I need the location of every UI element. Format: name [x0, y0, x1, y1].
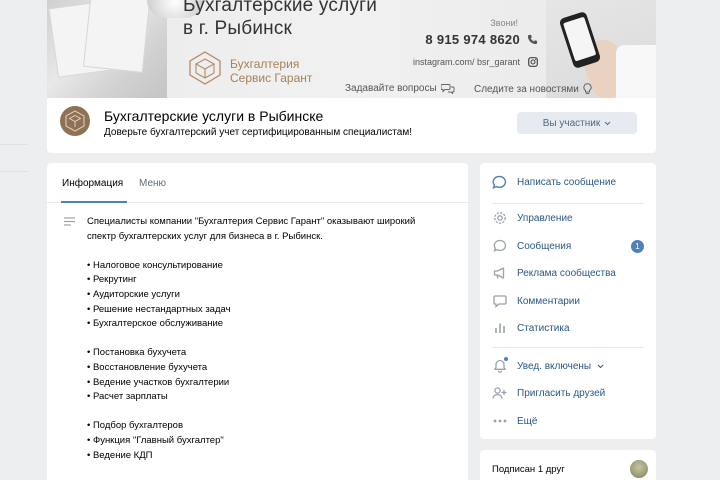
menu-divider [492, 347, 644, 348]
subscribed-friends-label: Подписан 1 друг [492, 464, 565, 475]
message-bubble-icon [492, 175, 507, 190]
menu-item-label: Сообщения [517, 240, 572, 252]
service-item: • Функция "Главный бухгалтер" [87, 434, 224, 446]
menu-item-label: Реклама сообщества [517, 267, 616, 279]
menu-item-stats[interactable]: Статистика [480, 316, 656, 340]
brand-line-1: Бухгалтерия [230, 57, 300, 71]
service-item: • Аудиторские услуги [87, 288, 180, 300]
menu-item-manage[interactable]: Управление [480, 206, 656, 230]
notifications-toggle[interactable]: Увед. включены [480, 354, 656, 378]
community-actions-menu: Написать сообщение Управление Сообщения … [480, 163, 656, 439]
invite-friends-label: Пригласить друзей [517, 387, 606, 399]
more-dots-icon [492, 414, 507, 429]
tab-menu[interactable]: Меню [139, 178, 166, 189]
ask-questions-label: Задавайте вопросы [345, 83, 437, 94]
message-icon [492, 239, 507, 254]
gear-icon [492, 211, 507, 226]
left-nav-divider [0, 171, 28, 172]
community-status: Доверьте бухгалтерский учет сертифициров… [104, 127, 412, 138]
menu-item-comments[interactable]: Комментарии [480, 289, 656, 313]
menu-item-label: Статистика [517, 322, 570, 334]
left-nav-divider [0, 144, 28, 145]
member-status-button[interactable]: Вы участник [517, 112, 637, 134]
chevron-down-icon [604, 121, 611, 125]
community-header: Бухгалтерские услуги в Рыбинске Доверьте… [47, 98, 656, 153]
chevron-down-icon [597, 364, 604, 368]
more-button[interactable]: Ещё [480, 409, 656, 433]
cover-instagram: instagram.com/ bsr_garant [412, 57, 520, 67]
description-line: спектр бухгалтерских услуг для бизнеса в… [87, 230, 323, 242]
notifications-label: Увед. включены [517, 361, 604, 372]
service-item: • Налоговое консультирование [87, 259, 223, 271]
community-name: Бухгалтерские услуги в Рыбинске [104, 108, 324, 124]
follow-news-link[interactable]: Следите за новостями [474, 83, 592, 95]
notification-dot [504, 357, 508, 361]
service-item: • Бухгалтерское обслуживание [87, 318, 224, 330]
cover-title: Бухгалтерские услуги в г. Рыбинск [183, 0, 378, 39]
chat-bubbles-icon [440, 84, 455, 94]
service-item: • Восстановление бухучета [87, 361, 208, 373]
write-message-label: Написать сообщение [517, 176, 617, 188]
community-avatar[interactable] [60, 106, 90, 136]
menu-item-ads[interactable]: Реклама сообщества [480, 261, 656, 285]
member-button-label: Вы участник [542, 117, 601, 129]
lightbulb-icon [583, 83, 592, 95]
cover-actions-bar: Задавайте вопросы Следите за новостями [47, 80, 656, 98]
comment-icon [492, 294, 507, 309]
service-item: • Решение нестандартных задач [87, 303, 231, 315]
tab-information[interactable]: Информация [62, 178, 123, 189]
description-icon [64, 217, 75, 226]
instagram-icon [528, 57, 538, 67]
stats-icon [492, 321, 507, 336]
megaphone-icon [492, 266, 507, 281]
cover-phone-number: 8 915 974 8620 [425, 32, 520, 47]
add-user-icon [492, 386, 507, 401]
more-label: Ещё [517, 415, 538, 427]
follow-news-label: Следите за новостями [474, 83, 579, 95]
write-message-button[interactable]: Написать сообщение [480, 170, 656, 194]
menu-divider [492, 203, 644, 204]
left-nav-strip [0, 0, 30, 480]
description-line: Специалисты компании "Бухгалтерия Сервис… [87, 216, 416, 227]
service-item: • Ведение участков бухгалтерии [87, 376, 230, 388]
service-item: • Расчет зарплаты [87, 391, 168, 403]
subscribed-friends-card[interactable]: Подписан 1 друг [480, 450, 656, 480]
friend-avatar[interactable] [630, 460, 648, 478]
unread-count-badge: 1 [631, 239, 644, 253]
active-tab-indicator [61, 201, 127, 203]
menu-item-messages[interactable]: Сообщения 1 [480, 234, 656, 258]
menu-item-label: Комментарии [517, 295, 580, 307]
phone-icon [527, 34, 538, 45]
service-item: • Подбор бухгалтеров [87, 420, 184, 432]
service-item: • Постановка бухучета [87, 347, 187, 359]
invite-friends-button[interactable]: Пригласить друзей [480, 381, 656, 405]
community-description: Специалисты компании "Бухгалтерия Сервис… [87, 215, 452, 463]
info-panel: Информация Меню Специалисты компании "Бу… [47, 163, 468, 480]
ask-questions-link[interactable]: Задавайте вопросы [345, 83, 455, 94]
cover-call-label: Звони! [490, 18, 518, 28]
service-item: • Ведение КДП [87, 449, 153, 461]
menu-item-label: Управление [517, 212, 573, 224]
info-tabs: Информация Меню [47, 163, 468, 203]
brand-logo-icon [65, 110, 85, 132]
service-item: • Рекрутинг [87, 274, 137, 286]
